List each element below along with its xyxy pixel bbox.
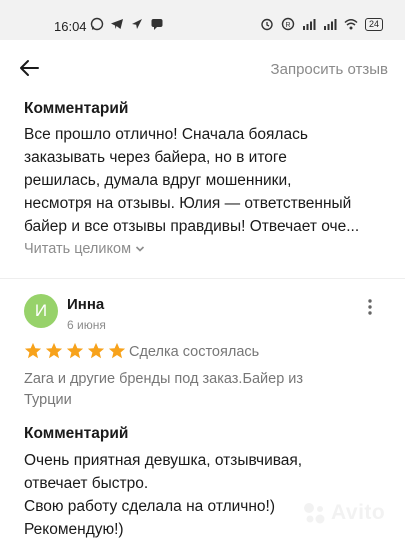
status-time: 16:04 — [54, 19, 87, 34]
star-icon — [66, 342, 84, 359]
telegram-icon — [111, 19, 123, 29]
deal-status: Сделка состоялась — [129, 344, 260, 360]
comment-title-2: Комментарий — [24, 425, 129, 442]
svg-text:R: R — [285, 22, 290, 29]
comment-title: Комментарий — [24, 100, 129, 117]
chevron-down-icon — [135, 246, 145, 252]
review-date: 6 июня — [67, 318, 106, 332]
watermark-text: Avito — [331, 501, 386, 524]
chat-icon — [151, 19, 163, 30]
navigation-icon — [132, 19, 142, 29]
system-icons: R 24 — [260, 17, 383, 31]
star-icon — [87, 342, 105, 359]
rating-stars — [24, 342, 126, 360]
avito-watermark: Avito — [301, 500, 385, 526]
read-more-label: Читать целиком — [24, 241, 132, 257]
notification-icons — [90, 17, 164, 31]
registered-icon: R — [281, 17, 295, 31]
divider — [0, 278, 405, 279]
avito-logo-icon — [304, 503, 325, 524]
avatar: И — [24, 294, 58, 328]
listing-category: Zara и другие бренды под заказ.Байер из … — [24, 371, 304, 408]
wifi-icon — [344, 19, 358, 30]
request-review-button[interactable]: Запросить отзыв — [271, 61, 388, 78]
arrow-left-icon[interactable] — [18, 57, 40, 79]
alarm-icon — [261, 18, 273, 31]
whatsapp-icon — [90, 17, 104, 31]
signal-icon-2 — [323, 19, 337, 30]
star-icon — [24, 342, 42, 359]
battery-icon: 24 — [364, 17, 383, 31]
more-options-icon[interactable] — [364, 297, 376, 317]
status-bar: 16:04 R 24 — [0, 0, 405, 40]
star-icon — [108, 342, 126, 359]
comment-text-2: Очень приятная девушка, отзывчивая, отве… — [24, 452, 303, 538]
star-icon — [45, 342, 63, 359]
read-more-link[interactable]: Читать целиком — [24, 241, 145, 257]
signal-icon — [302, 19, 316, 30]
author-name: Инна — [67, 296, 105, 313]
comment-text: Все прошло отлично! Сначала боялась зака… — [24, 126, 360, 235]
